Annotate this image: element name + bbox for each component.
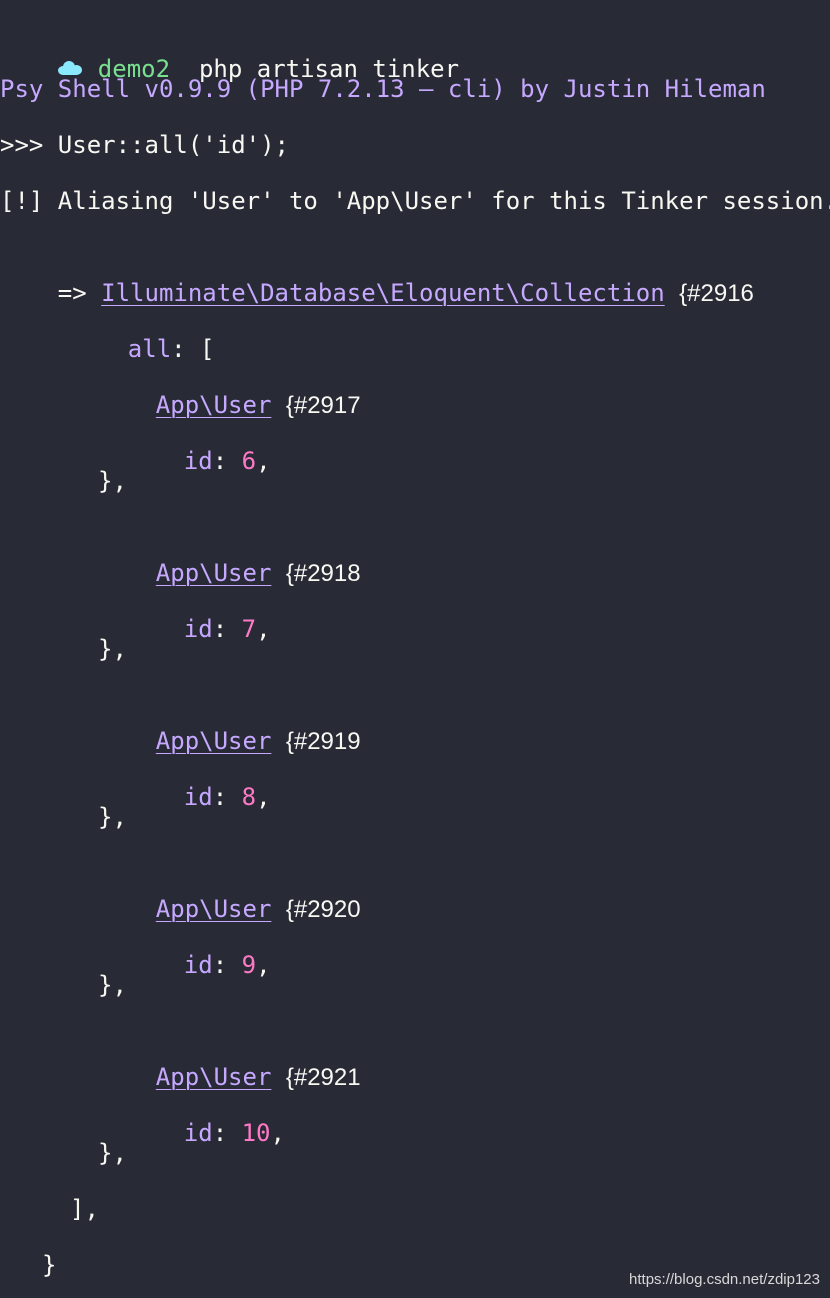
result-header: => Illuminate\Database\Eloquent\Collecti… — [0, 239, 754, 307]
psy-shell-banner: Psy Shell v0.9.9 (PHP 7.2.13 — cli) by J… — [0, 75, 766, 103]
list-item-field: id: 8, — [183, 783, 271, 811]
list-item-close: }, — [98, 635, 127, 663]
prompt-line: demo2 php artisan tinker — [0, 15, 459, 83]
input-line: >>> User::all('id'); — [0, 131, 289, 159]
list-item-field: id: 9, — [183, 951, 271, 979]
collection-close-brace: } — [42, 1251, 57, 1279]
terminal-output: demo2 php artisan tinker Psy Shell v0.9.… — [0, 0, 830, 1298]
list-item-field: id: 6, — [183, 447, 271, 475]
list-item-field: id: 7, — [183, 615, 271, 643]
list-item-close: }, — [98, 803, 127, 831]
all-close-bracket: ], — [70, 1195, 99, 1223]
list-item-header: App\User {#2919 — [98, 687, 361, 755]
field-value: 6 — [241, 447, 257, 475]
field-value: 10 — [241, 1119, 271, 1147]
field-value: 9 — [241, 951, 257, 979]
watermark: https://blog.csdn.net/zdip123 — [629, 1271, 820, 1288]
alias-notice: [!] Aliasing 'User' to 'App\User' for th… — [0, 187, 830, 215]
list-item-close: }, — [98, 1139, 127, 1167]
list-item-field: id: 10, — [183, 1119, 285, 1147]
list-item-header: App\User {#2917 — [98, 351, 361, 419]
user-object-id: {#2919 — [285, 728, 361, 755]
user-object-id: {#2918 — [285, 560, 361, 587]
list-item-header: App\User {#2918 — [98, 519, 361, 587]
user-object-id: {#2917 — [285, 392, 361, 419]
field-key: id — [183, 1119, 213, 1147]
all-open-line: all: [ — [70, 295, 215, 363]
list-item-close: }, — [98, 467, 127, 495]
field-key: id — [183, 615, 213, 643]
list-item-header: App\User {#2920 — [98, 855, 361, 923]
field-value: 7 — [241, 615, 257, 643]
list-item-close: }, — [98, 971, 127, 999]
user-object-id: {#2920 — [285, 896, 361, 923]
user-object-id: {#2921 — [285, 1064, 361, 1091]
field-key: id — [183, 783, 213, 811]
collection-object-id: {#2916 — [679, 280, 754, 307]
field-key: id — [183, 951, 213, 979]
field-key: id — [183, 447, 213, 475]
list-item-header: App\User {#2921 — [98, 1023, 361, 1091]
field-value: 8 — [241, 783, 257, 811]
